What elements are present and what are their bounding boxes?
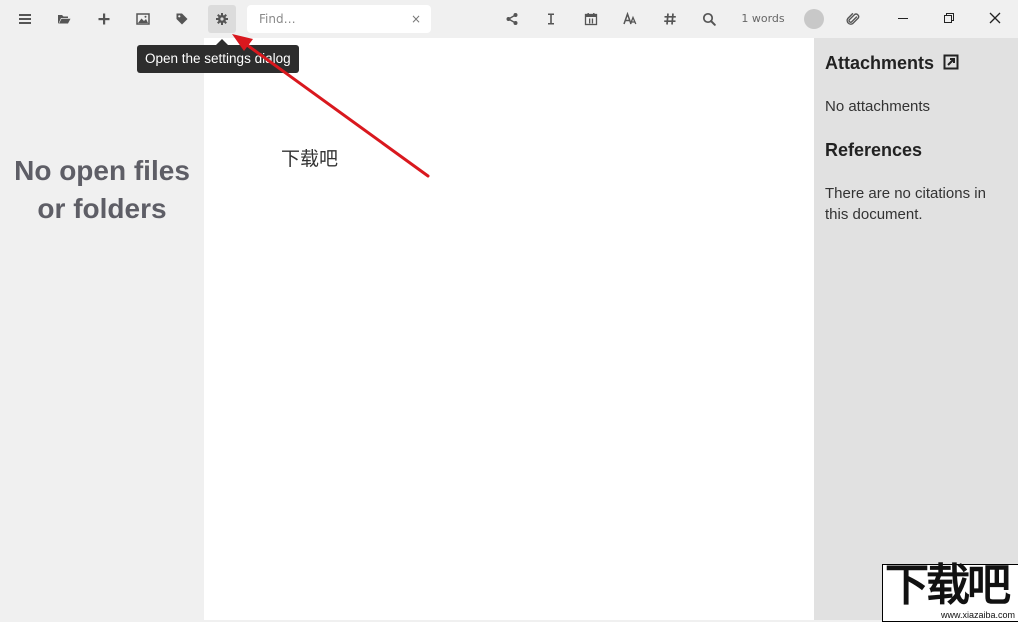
restore-button[interactable] [926, 0, 972, 36]
calendar-icon [584, 13, 598, 26]
pomodoro-indicator[interactable] [804, 9, 824, 29]
tag-icon [176, 13, 188, 25]
editor-pane[interactable]: 下载吧 [204, 38, 814, 620]
minimize-button[interactable] [880, 0, 926, 36]
folder-open-icon [58, 15, 71, 24]
open-folder-button[interactable] [50, 5, 78, 33]
references-heading: References [825, 140, 923, 160]
menu-icon [19, 14, 31, 24]
tags-button[interactable] [168, 5, 196, 33]
attachments-button[interactable] [839, 5, 867, 33]
attachments-empty-text: No attachments [825, 98, 931, 115]
find-input[interactable] [247, 5, 409, 33]
image-icon [136, 13, 150, 25]
attachment-sidebar: Attachments No attachments References Th… [814, 38, 1018, 620]
search-icon [702, 12, 716, 26]
share-button[interactable] [498, 5, 526, 33]
font-size-icon [623, 12, 637, 25]
global-search-button[interactable] [695, 5, 723, 33]
watermark-logo: 下载吧 www.xiazaiba.com [882, 560, 1018, 622]
references-empty-text: There are no citations in this document. [825, 185, 986, 223]
clear-find-icon[interactable]: × [411, 12, 421, 26]
insert-date-button[interactable] [577, 5, 605, 33]
share-icon [506, 13, 518, 25]
word-count: 1 words [741, 12, 785, 25]
text-cursor-icon [548, 13, 554, 25]
find-box: × [247, 5, 431, 33]
new-file-button[interactable] [90, 5, 118, 33]
plus-icon [98, 13, 110, 25]
menu-button[interactable] [11, 5, 39, 33]
toolbar: × [0, 0, 1018, 38]
settings-button[interactable] [208, 5, 236, 33]
insert-image-button[interactable] [129, 5, 157, 33]
tags-overview-button[interactable] [656, 5, 684, 33]
minimize-icon [898, 18, 908, 19]
typewriter-mode-button[interactable] [537, 5, 565, 33]
file-tree-sidebar: No open files or folders [0, 38, 204, 620]
readability-button[interactable] [616, 5, 644, 33]
hashtag-icon [664, 13, 676, 25]
empty-sidebar-message: No open files or folders [14, 155, 190, 224]
attachments-heading-label: Attachments [825, 53, 935, 73]
gear-icon [216, 13, 228, 25]
restore-icon [944, 13, 954, 23]
close-window-button[interactable] [972, 0, 1018, 36]
open-external-icon[interactable] [943, 54, 959, 70]
editor-content[interactable]: 下载吧 [281, 144, 338, 171]
settings-tooltip: Open the settings dialog [137, 45, 299, 73]
watermark-logo-text: 下载吧 [885, 560, 1011, 611]
attachments-heading: Attachments [825, 53, 959, 74]
close-icon [989, 12, 1001, 24]
paperclip-icon [846, 13, 860, 25]
watermark-logo-url: www.xiazaiba.com [940, 610, 1015, 620]
